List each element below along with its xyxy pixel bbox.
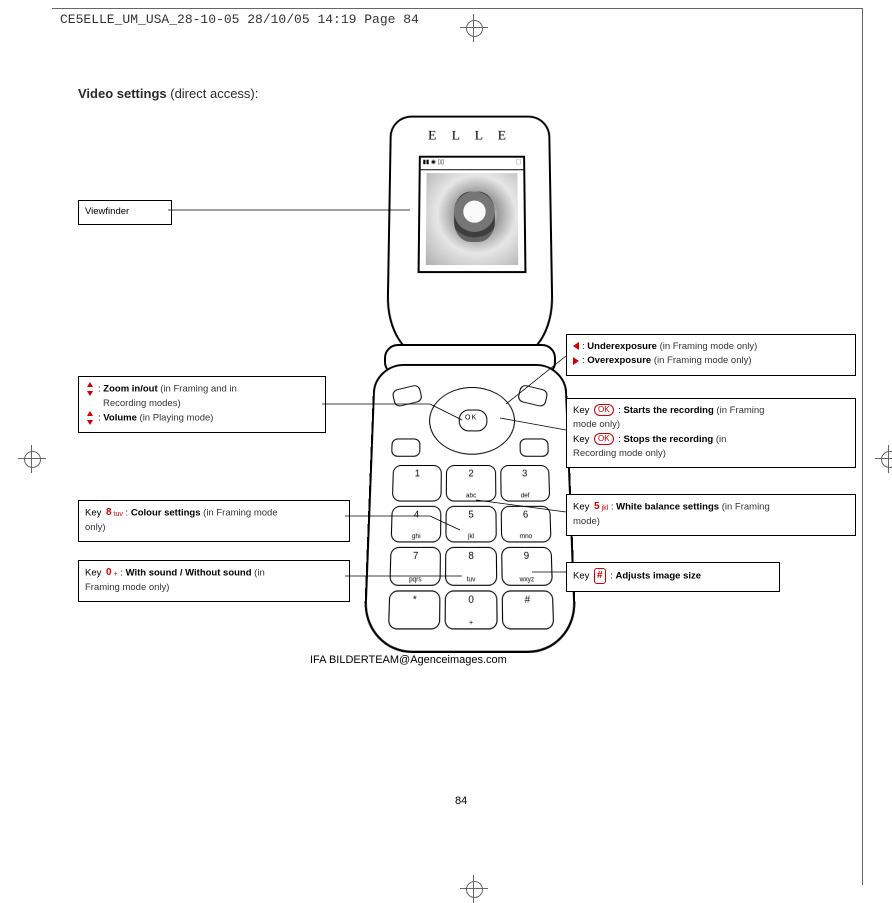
key-0: 0+: [445, 590, 497, 630]
right-arrow-icon: [573, 357, 579, 365]
call-key: [391, 438, 420, 456]
key-5-icon: 5: [594, 500, 600, 514]
prepress-header: CE5ELLE_UM_USA_28-10-05 28/10/05 14:19 P…: [60, 12, 419, 27]
title-rest: (direct access):: [167, 86, 259, 101]
image-credit: IFA BILDERTEAM@Agenceimages.com: [310, 654, 507, 666]
key-8: 8tuv: [445, 547, 497, 585]
callout-white-balance: Key 5jkl : White balance settings (in Fr…: [566, 494, 856, 536]
viewfinder-label: Viewfinder: [85, 206, 129, 217]
callout-exposure: : Underexposure (in Framing mode only) :…: [566, 334, 856, 376]
key-8-icon: 8: [106, 506, 112, 520]
registration-mark-left: [18, 445, 46, 473]
ok-label: OK: [465, 414, 477, 421]
callout-recording: Key OK : Starts the recording (in Framin…: [566, 398, 856, 468]
title-bold: Video settings: [78, 86, 167, 101]
key-hash: #: [501, 590, 554, 630]
callout-colour: Key 8tuv : Colour settings (in Framing m…: [78, 500, 350, 542]
phone-screen: ▮▮ ◉ ▯▯⬚: [418, 156, 527, 273]
up-down-icon: [85, 382, 95, 396]
key-3: 3def: [500, 465, 550, 501]
key-2: 2abc: [446, 465, 496, 501]
phone-base: OK 1 2abc 3def 4ghi 5jkl 6mno 7pqrs 8tuv…: [363, 364, 578, 653]
hash-key-icon: #: [594, 568, 606, 584]
key-4: 4ghi: [391, 505, 442, 542]
callout-zoom-volume: : Zoom in/out (in Framing and in Recordi…: [78, 376, 326, 433]
registration-mark-top: [460, 14, 488, 42]
section-title: Video settings (direct access):: [78, 86, 258, 101]
up-down-icon: [85, 411, 95, 425]
callout-viewfinder: Viewfinder: [78, 200, 172, 225]
callout-size: Key # : Adjusts image size: [566, 562, 780, 592]
key-6: 6mno: [500, 505, 551, 542]
ok-icon: OK: [594, 433, 614, 445]
phone-flip: E L L E ▮▮ ◉ ▯▯⬚: [386, 116, 554, 359]
keypad: 1 2abc 3def 4ghi 5jkl 6mno 7pqrs 8tuv 9w…: [388, 465, 554, 630]
ok-icon: OK: [594, 404, 614, 416]
key-5: 5jkl: [446, 505, 497, 542]
left-arrow-icon: [573, 342, 579, 350]
key-9: 9wxyz: [501, 547, 553, 585]
registration-mark-bottom: [460, 875, 488, 903]
key-1: 1: [392, 465, 442, 501]
page-number: 84: [455, 795, 467, 807]
softkey-left: [391, 384, 423, 408]
key-7: 7pqrs: [389, 547, 441, 585]
phone-brand: E L L E: [392, 129, 549, 144]
dpad: OK: [429, 387, 516, 455]
phone-illustration: E L L E ▮▮ ◉ ▯▯⬚ OK 1 2abc 3def 4ghi 5jk…: [368, 112, 568, 632]
key-star: *: [388, 590, 441, 630]
key-0-icon: 0: [106, 566, 112, 580]
callout-sound: Key 0+ : With sound / Without sound (in …: [78, 560, 350, 602]
viewfinder-image: [426, 173, 519, 265]
end-key: [519, 438, 548, 456]
registration-mark-right: [875, 445, 892, 473]
softkey-right: [517, 384, 549, 408]
